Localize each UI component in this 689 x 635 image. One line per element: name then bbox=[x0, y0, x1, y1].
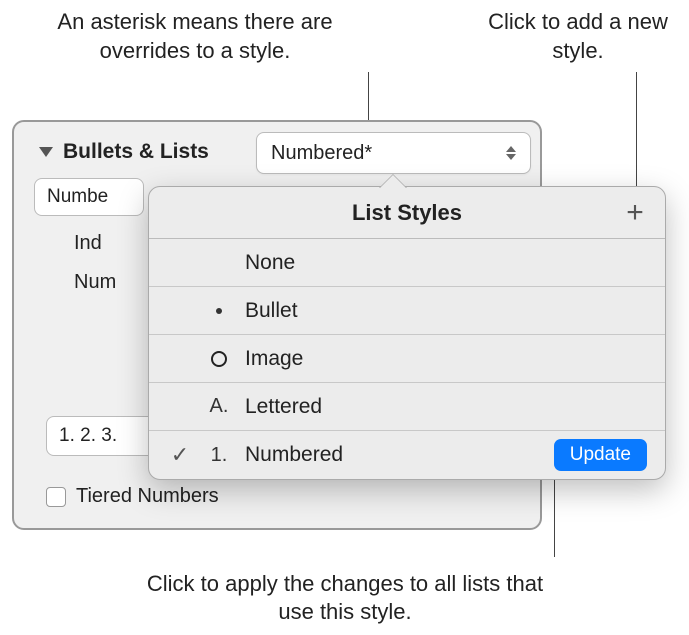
leader-line bbox=[636, 72, 637, 199]
image-marker-icon bbox=[205, 351, 233, 367]
item-label: Image bbox=[245, 347, 647, 371]
item-label: Bullet bbox=[245, 299, 647, 323]
disclosure-triangle-icon[interactable] bbox=[39, 147, 53, 157]
updown-chevron-icon bbox=[506, 146, 516, 160]
item-label: Numbered bbox=[245, 443, 542, 467]
item-label: None bbox=[245, 251, 647, 275]
callout-asterisk: An asterisk means there are overrides to… bbox=[35, 8, 355, 65]
numbered-marker-icon: 1. bbox=[205, 444, 233, 467]
popover-header: List Styles + bbox=[149, 187, 665, 239]
list-style-item-image[interactable]: Image bbox=[149, 335, 665, 383]
callout-add-style: Click to add a new style. bbox=[473, 8, 683, 65]
selection-checkmark-icon: ✓ bbox=[167, 442, 193, 468]
leader-line bbox=[554, 477, 555, 557]
section-title: Bullets & Lists bbox=[63, 140, 209, 164]
lettered-marker-icon: A. bbox=[205, 395, 233, 418]
list-style-dropdown[interactable]: Numbered* bbox=[256, 132, 531, 174]
list-type-field[interactable]: Numbe bbox=[34, 178, 144, 216]
list-style-item-none[interactable]: None bbox=[149, 239, 665, 287]
list-style-item-numbered[interactable]: ✓ 1. Numbered Update bbox=[149, 431, 665, 479]
list-styles-popover: List Styles + None Bullet Image A. Lette… bbox=[148, 186, 666, 480]
tiered-numbers-row[interactable]: Tiered Numbers bbox=[46, 485, 219, 508]
callout-update: Click to apply the changes to all lists … bbox=[135, 570, 555, 627]
dropdown-value: Numbered* bbox=[271, 142, 506, 165]
list-style-item-lettered[interactable]: A. Lettered bbox=[149, 383, 665, 431]
list-style-item-bullet[interactable]: Bullet bbox=[149, 287, 665, 335]
bullet-marker-icon bbox=[205, 308, 233, 314]
add-style-button[interactable]: + bbox=[619, 197, 651, 229]
popover-title: List Styles bbox=[352, 200, 462, 226]
update-style-button[interactable]: Update bbox=[554, 439, 647, 471]
tiered-numbers-checkbox[interactable] bbox=[46, 487, 66, 507]
number-format-dropdown[interactable]: 1. 2. 3. bbox=[46, 416, 156, 456]
item-label: Lettered bbox=[245, 395, 647, 419]
tiered-numbers-label: Tiered Numbers bbox=[76, 485, 219, 508]
